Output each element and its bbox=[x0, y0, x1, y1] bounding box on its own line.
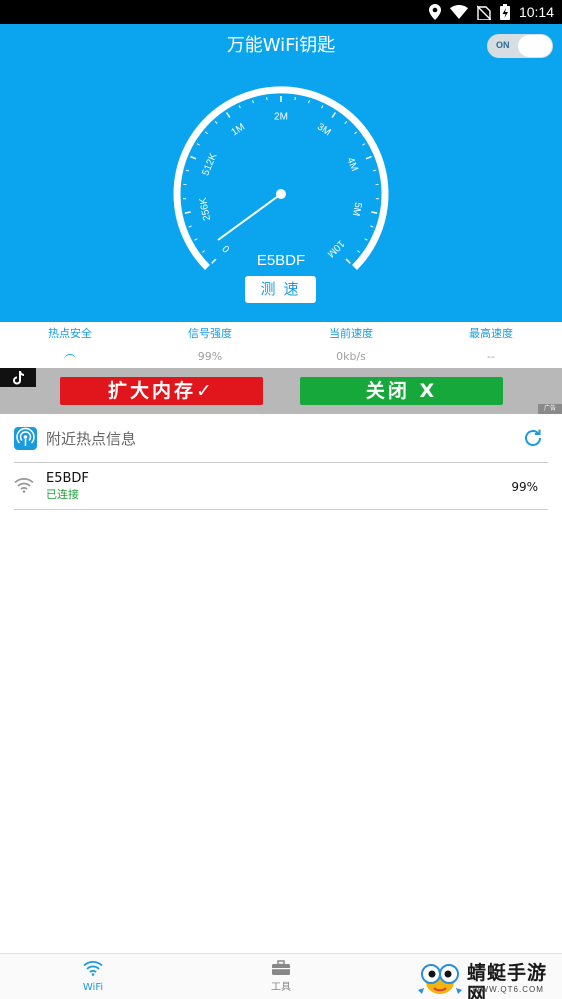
gauge-hub bbox=[276, 189, 286, 199]
hotspot-icon bbox=[14, 427, 37, 450]
wifi-icon bbox=[83, 961, 103, 976]
toolbox-icon bbox=[272, 960, 290, 975]
location-icon bbox=[428, 4, 441, 20]
gauge-tick bbox=[190, 155, 197, 160]
gauge-needle bbox=[217, 193, 282, 241]
speed-test-panel: 万能WiFi钥匙 ON 0 256K 512K 1M 2M 3M 4M 5M 10M E5BDF… bbox=[0, 24, 562, 322]
nav-wifi[interactable]: WiFi bbox=[63, 960, 123, 994]
gauge-tick bbox=[365, 155, 372, 160]
gauge-minor-tick bbox=[357, 250, 361, 253]
gauge-ssid: E5BDF bbox=[257, 252, 305, 269]
gauge-minor-tick bbox=[362, 143, 366, 146]
tiktok-logo-icon bbox=[0, 368, 36, 387]
gauge-tick bbox=[184, 211, 191, 214]
gauge-tick-label: 3M bbox=[315, 122, 333, 139]
no-sim-icon bbox=[476, 5, 491, 20]
gauge-tick bbox=[225, 112, 231, 118]
wifi-signal-icon bbox=[449, 5, 468, 19]
network-signal: 99% bbox=[511, 480, 538, 494]
watermark-url: WWW.QT6.COM bbox=[472, 985, 544, 994]
watermark: 蜻蜓手游网 WWW.QT6.COM bbox=[414, 956, 562, 999]
stat-label: 最高速度 bbox=[469, 327, 513, 340]
nav-label: WiFi bbox=[82, 982, 104, 993]
stat-value bbox=[0, 349, 140, 364]
gauge-tick bbox=[331, 112, 337, 118]
gauge-minor-tick bbox=[238, 105, 241, 109]
gauge-minor-tick bbox=[370, 225, 374, 228]
gauge-tick bbox=[211, 258, 217, 264]
stat-signal-strength: 信号强度 99% bbox=[140, 326, 280, 364]
gauge-minor-tick bbox=[204, 131, 208, 135]
stat-value: -- bbox=[487, 350, 495, 363]
stat-current-speed: 当前速度 0kb/s bbox=[281, 326, 421, 364]
gauge-tick bbox=[345, 258, 351, 264]
stat-label: 热点安全 bbox=[48, 327, 92, 340]
nearby-title: 附近热点信息 bbox=[46, 430, 137, 448]
nav-tools[interactable]: 工具 bbox=[251, 960, 311, 994]
gauge-tick-label: 2M bbox=[274, 112, 288, 123]
gauge-tick bbox=[371, 211, 378, 214]
ad-tag: 广告 bbox=[538, 404, 562, 414]
gauge-tick-label: 512K bbox=[200, 151, 219, 177]
status-time: 10:14 bbox=[518, 4, 554, 20]
battery-charging-icon bbox=[499, 4, 510, 20]
gauge-tick-label: 1M bbox=[229, 122, 247, 139]
stat-value: 99% bbox=[197, 350, 223, 363]
network-name: E5BDF bbox=[46, 471, 89, 486]
gauge-tick-label: 0 bbox=[220, 242, 232, 254]
refresh-icon[interactable] bbox=[522, 427, 544, 449]
gauge-minor-tick bbox=[373, 169, 377, 172]
gauge-minor-tick bbox=[194, 238, 198, 241]
gauge-tick-label: 5M bbox=[350, 201, 364, 217]
status-bar: 10:14 bbox=[0, 0, 562, 24]
stat-value: 0kb/s bbox=[336, 350, 366, 363]
gauge-minor-tick bbox=[252, 100, 254, 104]
gauge-minor-tick bbox=[308, 100, 310, 104]
ad-close-button[interactable]: 关闭 X bbox=[300, 377, 503, 405]
stat-hotspot-security: 热点安全 bbox=[0, 326, 140, 364]
gauge-minor-tick bbox=[354, 131, 358, 135]
gauge-minor-tick bbox=[188, 225, 192, 228]
stat-label: 信号强度 bbox=[188, 327, 232, 340]
gauge-minor-tick bbox=[201, 250, 205, 253]
gauge-minor-tick bbox=[364, 238, 368, 241]
speed-test-button[interactable]: 测速 bbox=[245, 276, 316, 303]
nearby-hotspots-header: 附近热点信息 bbox=[14, 425, 548, 463]
app-screen: 10:14 万能WiFi钥匙 ON 0 256K 512K 1M 2M 3M 4M 5M 10M… bbox=[0, 0, 562, 999]
wifi-signal-icon bbox=[14, 478, 34, 493]
gauge-tick-label: 10M bbox=[325, 238, 347, 260]
stat-label: 当前速度 bbox=[329, 327, 373, 340]
gauge-tick-label: 4M bbox=[344, 156, 359, 173]
stat-max-speed: 最高速度 -- bbox=[421, 326, 561, 364]
gauge-minor-tick bbox=[344, 121, 348, 124]
gauge-minor-tick bbox=[196, 143, 200, 146]
gauge-minor-tick bbox=[214, 121, 218, 124]
stats-row: 热点安全 信号强度 99% 当前速度 0kb/s 最高速度 -- bbox=[0, 322, 562, 368]
ad-banner[interactable]: 扩大内存✓ 关闭 X 广告 bbox=[0, 368, 562, 414]
loading-spinner-icon bbox=[64, 354, 76, 360]
gauge-minor-tick bbox=[185, 169, 189, 172]
dragonfly-logo-icon bbox=[418, 964, 462, 994]
nav-label: 工具 bbox=[271, 982, 291, 993]
status-bar-right: 10:14 bbox=[428, 3, 554, 21]
gauge-minor-tick bbox=[321, 105, 324, 109]
gauge-tick-label: 256K bbox=[198, 196, 213, 221]
ad-expand-memory-button[interactable]: 扩大内存✓ bbox=[60, 377, 263, 405]
network-status: 已连接 bbox=[46, 488, 79, 501]
network-row[interactable]: E5BDF 已连接 99% bbox=[14, 463, 548, 510]
